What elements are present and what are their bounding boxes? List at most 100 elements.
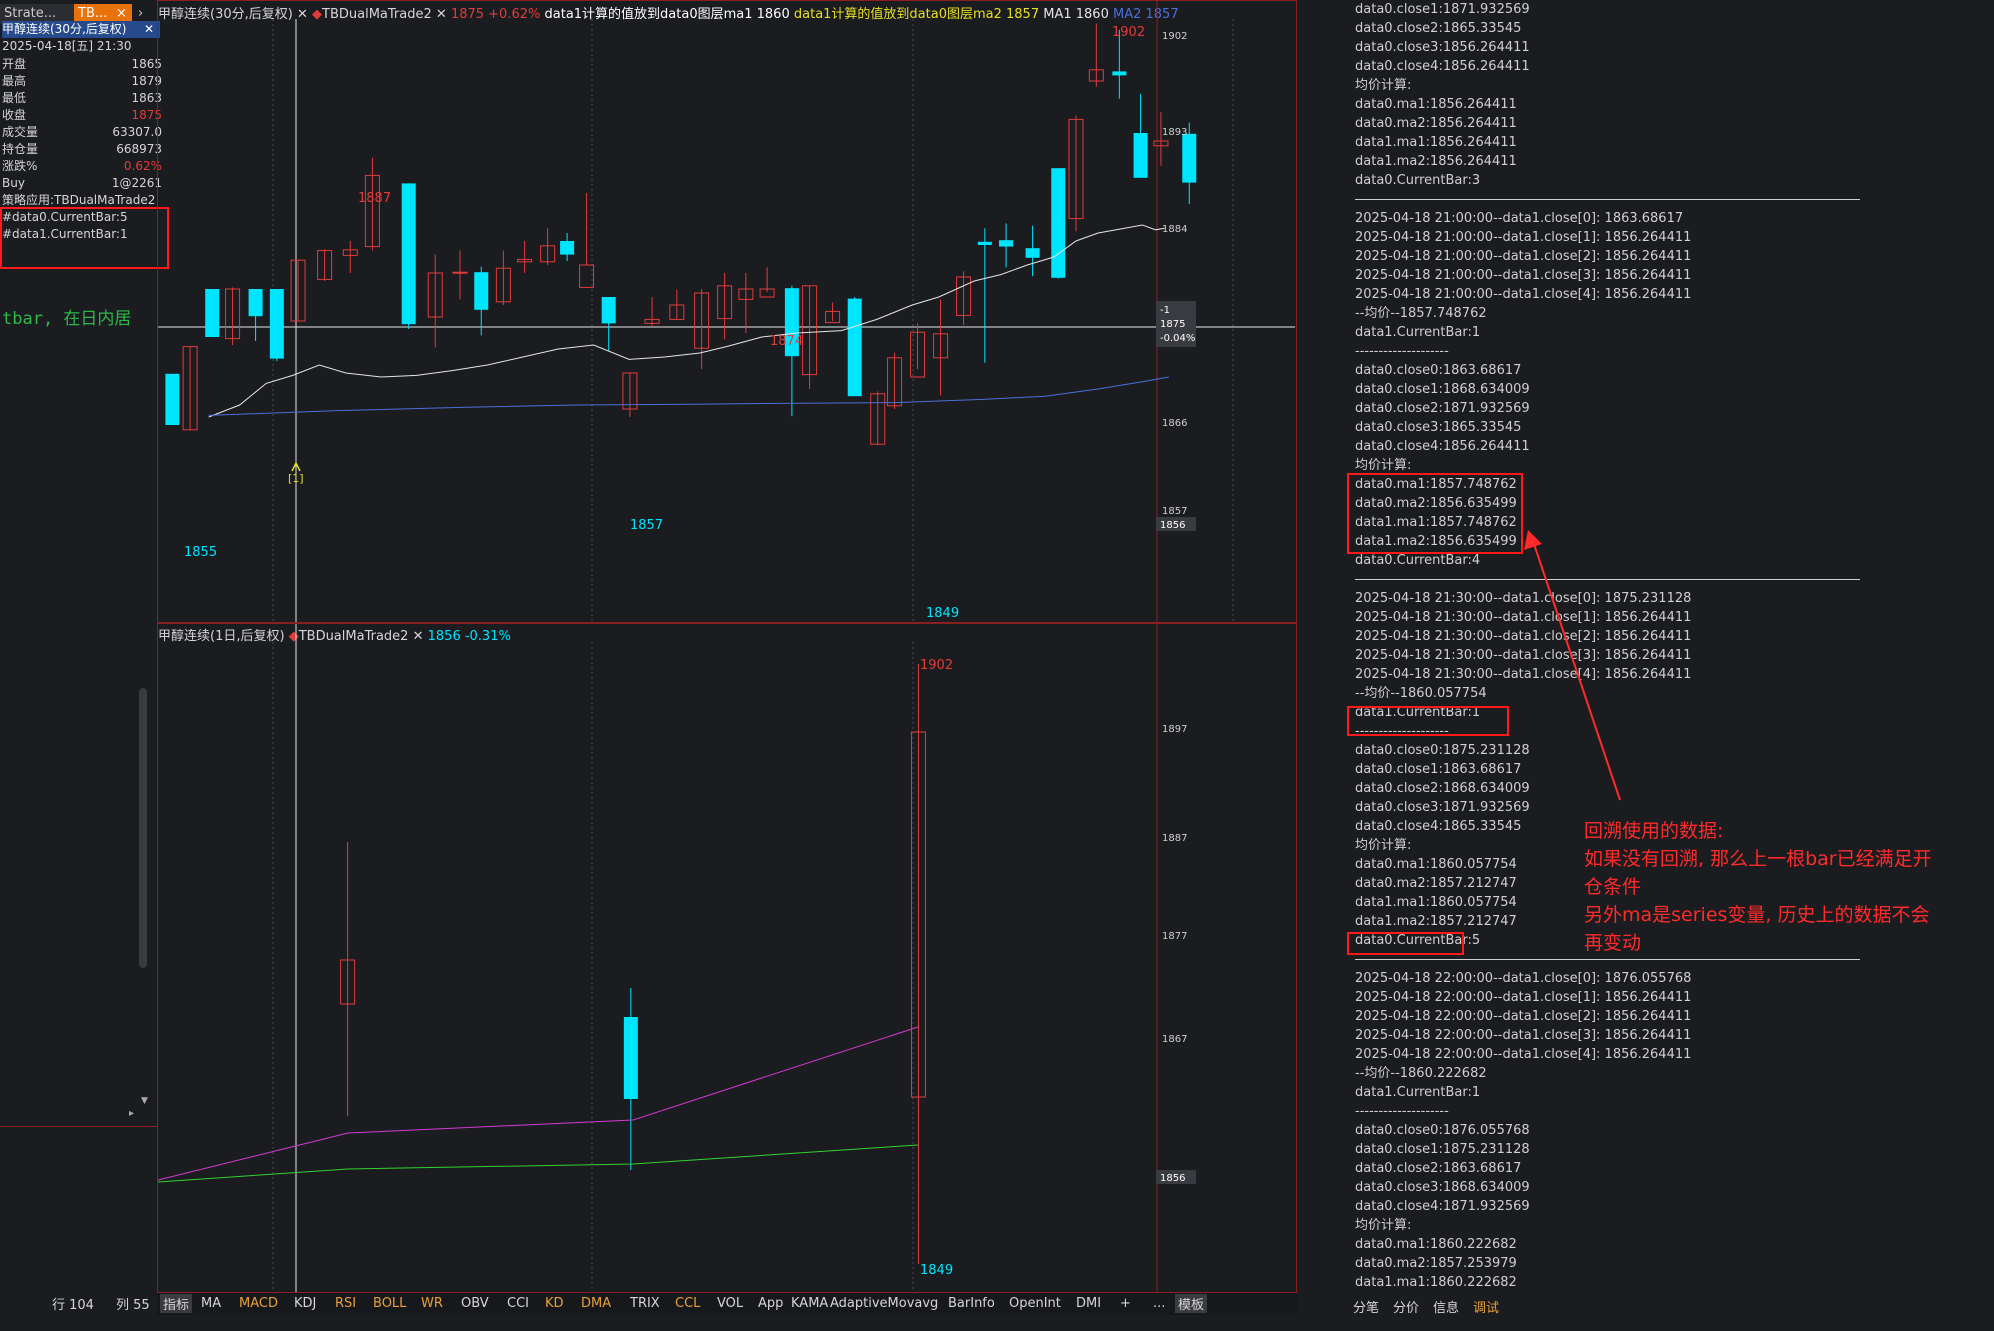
log-line: data1.ma1:1856.264411: [1355, 135, 1517, 150]
log-line: data1.CurrentBar:1: [1355, 325, 1481, 340]
log-line: data0.close0:1876.055768: [1355, 1123, 1530, 1138]
log-line: data0.close4:1856.264411: [1355, 59, 1530, 74]
log-line: data0.close4:1865.33545: [1355, 819, 1522, 834]
log-line: data0.close3:1871.932569: [1355, 800, 1530, 815]
editor-status: 行 104 列 55: [0, 1293, 158, 1315]
log-line: data1.ma1:1860.222682: [1355, 1275, 1517, 1290]
log-line: --均价--1857.748762: [1355, 306, 1487, 321]
candle-body-down: [248, 289, 263, 317]
divider: [0, 1126, 158, 1127]
toolbar-item-2[interactable]: MACD: [239, 1296, 278, 1311]
toolbar-item-20[interactable]: +: [1120, 1296, 1131, 1311]
quote-label: 最高: [2, 74, 27, 88]
toolbar-item-8[interactable]: CCI: [507, 1296, 529, 1311]
high-mark: 1902: [920, 658, 953, 673]
price-axis-label: 1897: [1162, 724, 1187, 735]
toolbar-item-5[interactable]: BOLL: [373, 1296, 406, 1311]
price-axis-label: 1902: [1162, 31, 1187, 42]
chart-30min[interactable]: 甲醇连续(30分,后复权) ✕ ◆TBDualMaTrade2 ✕ 1875 +…: [157, 0, 1297, 623]
log-line: 2025-04-18 22:00:00--data1.close[4]: 185…: [1355, 1047, 1692, 1062]
annotation-line-4: 另外ma是series变量, 历史上的数据不会: [1584, 904, 1930, 926]
price-axis-label: 1877: [1162, 931, 1187, 942]
toolbar-item-14[interactable]: App: [758, 1296, 783, 1311]
scroll-right-icon[interactable]: ▸: [129, 1108, 134, 1119]
quote-value: 668973: [116, 142, 162, 156]
quote-row: 持仓量 668973: [2, 141, 162, 158]
price-axis-label: 1867: [1162, 1034, 1187, 1045]
annotation-line-3: 仓条件: [1584, 876, 1642, 898]
log-line: 2025-04-18 22:00:00--data1.close[1]: 185…: [1355, 990, 1692, 1005]
log-line: --------------------: [1355, 344, 1449, 359]
last-price-tag: 1856: [1160, 1173, 1185, 1184]
highlight-box: [1347, 706, 1509, 736]
log-line: data0.close0:1875.231128: [1355, 743, 1530, 758]
debug-log-panel[interactable]: data0.close1:1871.932569 data0.close2:186…: [1347, 0, 1994, 1295]
quote-row: 开盘 1865: [2, 56, 162, 73]
toolbar-item-12[interactable]: CCL: [675, 1296, 700, 1311]
log-line: data1.CurrentBar:1: [1355, 1085, 1481, 1100]
candle-body-down: [977, 241, 992, 245]
log-line: data0.close3:1868.634009: [1355, 1180, 1530, 1195]
log-line: 2025-04-18 21:00:00--data1.close[0]: 186…: [1355, 211, 1684, 226]
low-price-tag: 1856: [1160, 520, 1185, 531]
toolbar-item-22[interactable]: 模板: [1175, 1294, 1208, 1313]
log-line: data0.close1:1868.634009: [1355, 382, 1530, 397]
scroll-down-icon[interactable]: ▼: [141, 1096, 148, 1106]
toolbar-item-13[interactable]: VOL: [717, 1296, 743, 1311]
buy-signal-label: [1]: [288, 472, 304, 485]
current-price-tag: 1875: [1160, 319, 1185, 330]
toolbar-item-17[interactable]: BarInfo: [948, 1296, 995, 1311]
toolbar-item-18[interactable]: OpenInt: [1009, 1296, 1061, 1311]
candle-body-down: [601, 297, 616, 324]
close-icon[interactable]: ✕: [144, 21, 154, 38]
quote-label: Buy: [2, 176, 25, 190]
datetime: 2025-04-18[五] 21:30: [2, 39, 132, 53]
toolbar-item-19[interactable]: DMI: [1076, 1296, 1101, 1311]
candle-body-down: [560, 241, 575, 255]
toolbar-item-10[interactable]: DMA: [581, 1296, 611, 1311]
symbol-title-bar: 甲醇连续(30分,后复权) ✕: [2, 21, 160, 38]
log-line: data0.ma1:1856.264411: [1355, 97, 1517, 112]
toolbar-item-7[interactable]: OBV: [461, 1296, 489, 1311]
quote-label: 成交量: [2, 125, 39, 139]
toolbar-item-0[interactable]: 指标: [160, 1294, 193, 1313]
low-mark: 1855: [184, 545, 217, 560]
quote-row: Buy 1@2261: [2, 175, 162, 192]
tab-info[interactable]: 信息: [1433, 1297, 1459, 1316]
toolbar-item-16[interactable]: AdaptiveMovavg: [830, 1296, 938, 1311]
highlight-box: [1347, 932, 1464, 955]
ma1-line: [208, 224, 1165, 418]
log-line: data0.close4:1871.932569: [1355, 1199, 1530, 1214]
log-line: 均价计算:: [1355, 78, 1412, 93]
log-line: data0.close1:1871.932569: [1355, 2, 1530, 17]
log-line: --均价--1860.057754: [1355, 686, 1487, 701]
log-line: data1.ma2:1857.212747: [1355, 914, 1517, 929]
toolbar-item-4[interactable]: RSI: [335, 1296, 356, 1311]
low-mark: 1857: [630, 518, 663, 533]
tab-debug[interactable]: 调试: [1473, 1297, 1499, 1316]
toolbar-item-15[interactable]: KAMA: [791, 1296, 828, 1311]
toolbar-item-21[interactable]: ...: [1153, 1296, 1165, 1311]
toolbar-item-1[interactable]: MA: [201, 1296, 221, 1311]
tab-ticks[interactable]: 分笔: [1353, 1297, 1379, 1316]
highlight-box: [0, 207, 169, 269]
toolbar-item-11[interactable]: TRIX: [630, 1296, 660, 1311]
log-line: data0.close0:1863.68617: [1355, 363, 1522, 378]
low-mark: 1849: [926, 606, 959, 621]
row-indicator: 行 104: [52, 1298, 94, 1313]
log-line: data0.close2:1868.634009: [1355, 781, 1530, 796]
candlestick-chart-daily[interactable]: 1897 1887 1877 1867 1856 1902 1849: [158, 624, 1296, 1292]
chart-daily[interactable]: 甲醇连续(1日,后复权) ◆TBDualMaTrade2 ✕ 1856 -0.3…: [157, 623, 1297, 1293]
candlestick-chart-30min[interactable]: 1902 1893 1884 1866 1857 -1 1875 -0.04% 1856 1887…: [158, 1, 1296, 622]
log-line: 2025-04-18 21:00:00--data1.close[1]: 185…: [1355, 230, 1692, 245]
toolbar-item-6[interactable]: WR: [421, 1296, 443, 1311]
toolbar-item-9[interactable]: KD: [545, 1296, 564, 1311]
quote-row: 收盘 1875: [2, 107, 162, 124]
log-line: data0.close1:1875.231128: [1355, 1142, 1530, 1157]
toolbar-item-3[interactable]: KDJ: [294, 1296, 316, 1311]
scrollbar-thumb[interactable]: [139, 688, 147, 968]
price-axis-label: 1866: [1162, 418, 1187, 429]
candle-body-up: [579, 264, 595, 288]
quote-label: 收盘: [2, 108, 27, 122]
tab-price-volume[interactable]: 分价: [1393, 1297, 1419, 1316]
